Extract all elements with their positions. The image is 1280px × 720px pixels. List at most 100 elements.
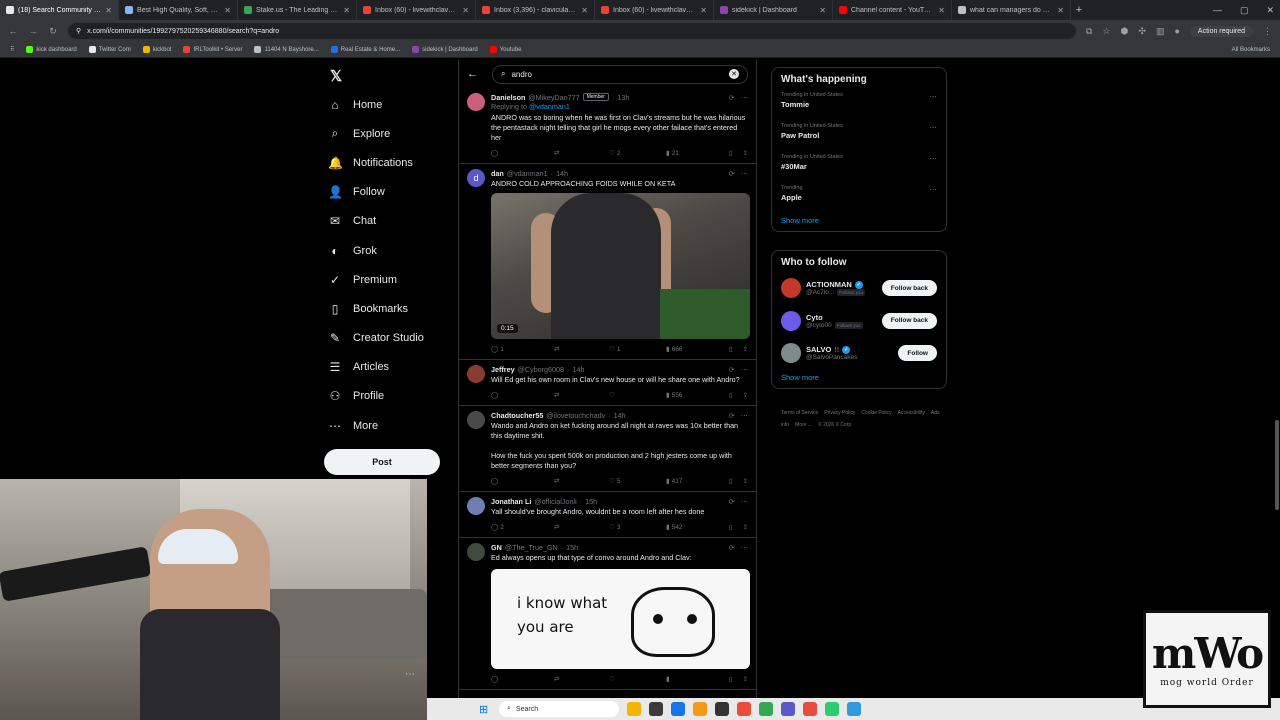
taskbar-app-icon[interactable] — [693, 702, 707, 716]
trend-more-icon[interactable]: ⋯ — [929, 123, 937, 132]
bookmark-item[interactable]: IRLToolkit • Server — [183, 46, 242, 53]
grok-icon[interactable]: ⟳ — [729, 411, 735, 420]
repost-button[interactable]: ⇄ — [554, 477, 609, 485]
address-bar[interactable]: ⚲ x.com/i/communities/199279752025934688… — [68, 23, 1077, 39]
grok-icon[interactable]: ⟳ — [729, 497, 735, 506]
menu-icon[interactable]: ⋮ — [1263, 26, 1272, 37]
views-button[interactable]: ▮ 417 — [666, 477, 729, 486]
tweet-author-name[interactable]: Chadtoucher55 — [491, 411, 543, 420]
trend-item[interactable]: Trending in United States Tommie ⋯ — [772, 89, 946, 120]
tweet-more-icon[interactable]: ⋯ — [741, 93, 748, 102]
bookmark-item[interactable]: kickbot — [142, 46, 171, 53]
scrollbar-thumb[interactable] — [1275, 420, 1279, 510]
new-tab-icon[interactable]: + — [1071, 4, 1087, 16]
nav-item-home[interactable]: ⌂ Home — [328, 90, 448, 119]
browser-tab[interactable]: (18) Search Community / X ✕ — [0, 0, 119, 20]
maximize-icon[interactable]: ▢ — [1240, 5, 1249, 16]
taskbar-app-icon[interactable] — [803, 702, 817, 716]
trend-more-icon[interactable]: ⋯ — [929, 154, 937, 163]
tweet-video[interactable]: 0:15 — [491, 193, 750, 339]
views-button[interactable]: ▮ 556 — [666, 391, 729, 400]
taskbar-app-icon[interactable] — [759, 702, 773, 716]
bookmark-item[interactable]: sidekick | Dashboard — [412, 46, 478, 53]
tweet-more-icon[interactable]: ⋯ — [741, 365, 748, 374]
nav-item-explore[interactable]: ⌕ Explore — [328, 119, 448, 148]
back-icon[interactable]: ← — [8, 26, 18, 36]
browser-tab[interactable]: Channel content - YouTube Stu✕ — [833, 0, 952, 20]
taskbar-app-icon[interactable] — [781, 702, 795, 716]
footer-link[interactable]: Accessibility — [898, 410, 925, 416]
tab-close-icon[interactable]: ✕ — [1057, 6, 1064, 15]
repost-button[interactable]: ⇄ — [554, 523, 609, 531]
share-icon[interactable]: ⇪ — [743, 523, 748, 531]
browser-tab[interactable]: Best High Quality, Soft, Slim Fit ✕ — [119, 0, 238, 20]
tweet-avatar[interactable] — [467, 543, 485, 561]
reply-button[interactable]: ◯ — [491, 477, 554, 485]
tweet-author-handle[interactable]: @MikeyDan777 — [528, 93, 579, 102]
bookmark-icon[interactable]: ▯ — [729, 345, 733, 353]
bookmark-item[interactable]: 11404 N Bayshore... — [254, 46, 319, 53]
who-to-follow-show-more-link[interactable]: Show more — [772, 370, 946, 388]
user-handle[interactable]: @cyto00 — [806, 322, 832, 329]
nav-item-follow[interactable]: 👤 Follow — [328, 178, 448, 207]
follow-button[interactable]: Follow — [898, 345, 937, 362]
taskbar-app-icon[interactable] — [737, 702, 751, 716]
user-handle[interactable]: @Ac7io... — [806, 289, 834, 296]
footer-link[interactable]: © 2026 X Corp. — [818, 422, 853, 428]
tweet-image[interactable]: i know what you are — [491, 569, 750, 669]
tweet-more-icon[interactable]: ⋯ — [741, 169, 748, 178]
taskbar-app-icon[interactable] — [715, 702, 729, 716]
replying-to-handle[interactable]: @vdanman1 — [529, 102, 570, 111]
like-button[interactable]: ♡ 5 — [609, 477, 666, 486]
tweet[interactable]: Chadtoucher55 @ilovetouchchadv · 14h ⟳ ⋯ Wando… — [459, 406, 756, 492]
site-info-icon[interactable]: ⚲ — [76, 27, 81, 35]
tab-close-icon[interactable]: ✕ — [700, 6, 707, 15]
tweet-timestamp[interactable]: 13h — [617, 93, 629, 102]
tweet-author-handle[interactable]: @ilovetouchchadv — [546, 411, 605, 420]
views-button[interactable]: ▮ 542 — [666, 523, 729, 532]
apps-grid-icon[interactable]: ⠿ — [10, 46, 14, 53]
tab-close-icon[interactable]: ✕ — [938, 6, 945, 15]
tweet-avatar[interactable]: d — [467, 169, 485, 187]
user-name[interactable]: SALVO — [806, 345, 831, 354]
taskbar-app-icon[interactable] — [649, 702, 663, 716]
bookmark-item[interactable]: Real Estate & Home... — [330, 46, 400, 53]
tweet[interactable]: d dan @vdanman1 · 14h ⟳ ⋯ ANDRO COLD APPROACHIN… — [459, 164, 756, 360]
tweet-avatar[interactable] — [467, 411, 485, 429]
tweet-avatar[interactable] — [467, 93, 485, 111]
overlay-more-icon[interactable]: ⋯ — [405, 669, 415, 680]
trend-item[interactable]: Trending in United States Paw Patrol ⋯ — [772, 120, 946, 151]
follow-button[interactable]: Follow back — [881, 280, 937, 297]
reply-button[interactable]: ◯ 2 — [491, 523, 554, 532]
nav-item-premium[interactable]: ✓ Premium — [328, 265, 448, 294]
star-icon[interactable]: ☆ — [1102, 26, 1110, 37]
tweet-author-name[interactable]: dan — [491, 169, 504, 178]
tweet-timestamp[interactable]: 15h — [566, 543, 578, 552]
browser-tab[interactable]: what can managers do on my ✕ — [952, 0, 1071, 20]
tweet-author-handle[interactable]: @vdanman1 — [507, 169, 548, 178]
tweet[interactable]: Jeffrey @Cyborg6008 · 14h ⟳ ⋯ Will Ed get his … — [459, 360, 756, 406]
footer-link[interactable]: More ... — [795, 422, 812, 428]
share-icon[interactable]: ⇪ — [743, 477, 748, 485]
share-icon[interactable]: ⇪ — [743, 149, 748, 157]
tab-close-icon[interactable]: ✕ — [581, 6, 588, 15]
repost-button[interactable]: ⇄ — [554, 345, 609, 353]
tweet[interactable]: GN @The_True_GN · 15h ⟳ ⋯ Ed always opens up t… — [459, 538, 756, 690]
tweet-author-name[interactable]: Jeffrey — [491, 365, 515, 374]
taskbar-app-icon[interactable] — [825, 702, 839, 716]
share-icon[interactable]: ⇪ — [743, 391, 748, 399]
tweet[interactable]: Danielson @MikeyDan777 Member · 13h ⟳ ⋯ Replyin… — [459, 88, 756, 164]
browser-tab[interactable]: Inbox (60) - livewithclav@gmail ✕ — [357, 0, 476, 20]
trend-more-icon[interactable]: ⋯ — [929, 185, 937, 194]
browser-tab[interactable]: Stake.us - The Leading Social C ✕ — [238, 0, 357, 20]
share-icon[interactable]: ⇪ — [743, 675, 748, 683]
bookmark-icon[interactable]: ▯ — [729, 523, 733, 531]
tweet-timestamp[interactable]: 15h — [585, 497, 597, 506]
tweet-more-icon[interactable]: ⋯ — [741, 497, 748, 506]
browser-tab[interactable]: Inbox (3,396) - claviculaaft@gr ✕ — [476, 0, 595, 20]
like-button[interactable]: ♡ 2 — [609, 149, 666, 158]
reply-button[interactable]: ◯ — [491, 149, 554, 157]
bookmark-item[interactable]: kick dashboard — [26, 46, 77, 53]
tab-close-icon[interactable]: ✕ — [105, 6, 112, 15]
page-scrollbar[interactable] — [1272, 60, 1280, 700]
